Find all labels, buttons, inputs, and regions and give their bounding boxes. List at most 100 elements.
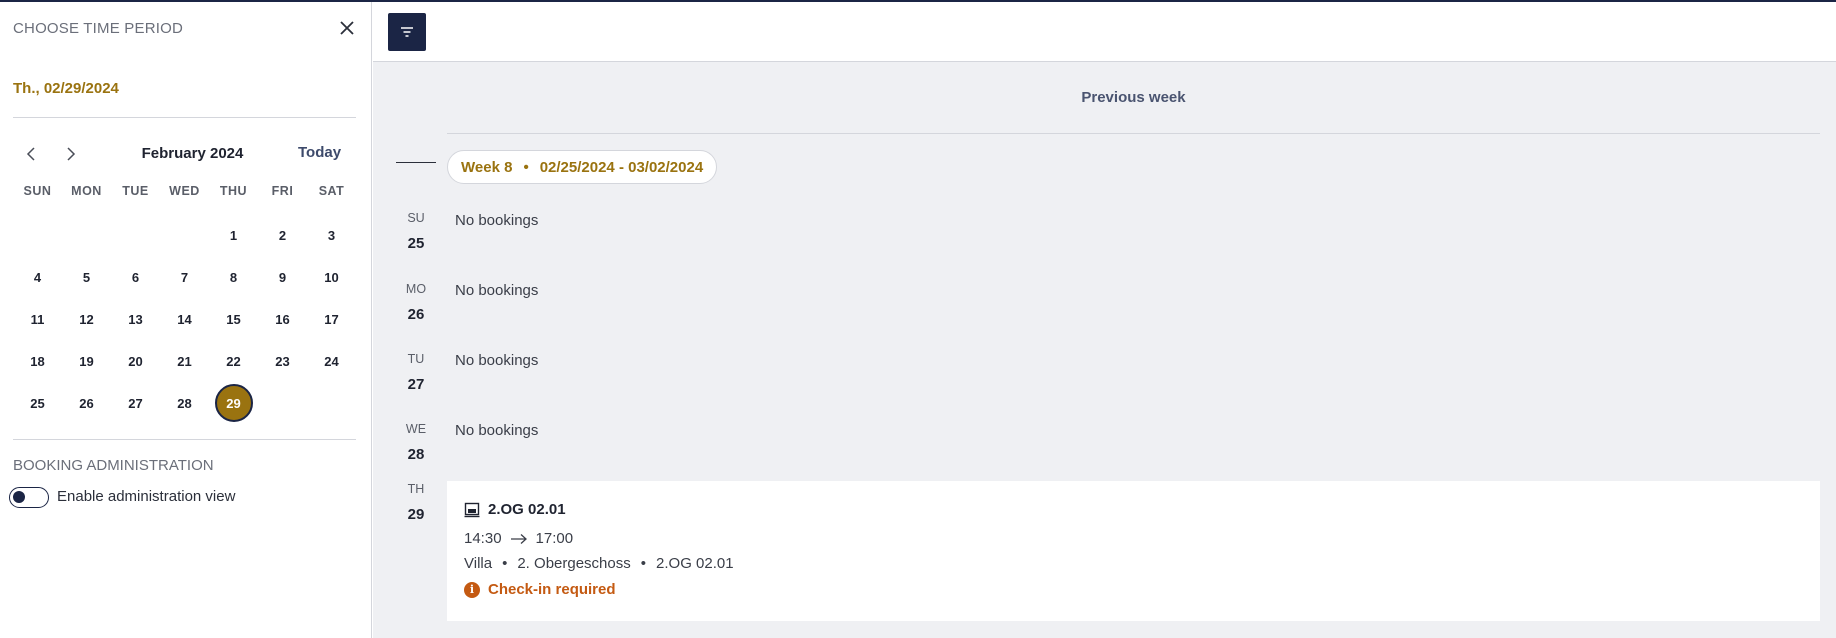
divider (13, 439, 356, 440)
calendar-day[interactable]: 8 (209, 256, 258, 298)
calendar-empty-cell (307, 382, 356, 424)
location-room: 2.OG 02.01 (656, 555, 734, 572)
calendar-week-row: 25 26 27 28 29 (13, 382, 356, 424)
day-number: 25 (407, 235, 425, 252)
week-range: 02/25/2024 - 03/02/2024 (539, 158, 704, 176)
weekday-header: SUN MON TUE WED THU FRI SAT (13, 184, 356, 198)
calendar-grid: 1 2 3 4 5 6 7 8 9 10 11 12 13 14 15 16 17 18 19 20 21 22 23 24 2… (13, 214, 356, 424)
separator-dot: • (523, 158, 529, 176)
calendar-day[interactable]: 20 (111, 340, 160, 382)
booking-time: 14:30 17:00 (464, 530, 573, 547)
calendar-day-number: 18 (30, 353, 45, 369)
calendar-day[interactable]: 18 (13, 340, 62, 382)
calendar-day[interactable]: 16 (258, 298, 307, 340)
separator-dot: • (502, 555, 508, 572)
booking-location: Villa • 2. Obergeschoss • 2.OG 02.01 (464, 555, 734, 572)
day-number: 27 (407, 376, 425, 393)
chevron-left-icon[interactable] (22, 144, 42, 164)
weekday-label: THU (219, 184, 248, 198)
calendar-week-row: 4 5 6 7 8 9 10 (13, 256, 356, 298)
calendar-day-number: 24 (324, 353, 339, 369)
calendar-day-number: 20 (128, 353, 143, 369)
desk-icon (464, 502, 480, 518)
no-bookings-text: No bookings (455, 352, 539, 369)
calendar-day[interactable]: 4 (13, 256, 62, 298)
calendar-day-number: 5 (82, 269, 91, 285)
calendar-day[interactable]: 24 (307, 340, 356, 382)
admin-view-toggle-label: Enable administration view (57, 488, 236, 505)
calendar-day[interactable]: 22 (209, 340, 258, 382)
calendar-day[interactable]: 17 (307, 298, 356, 340)
filter-button[interactable] (388, 13, 426, 51)
close-icon[interactable] (337, 18, 357, 38)
calendar-day[interactable]: 10 (307, 256, 356, 298)
separator-dot: • (640, 555, 647, 572)
calendar-day[interactable]: 19 (62, 340, 111, 382)
booking-card[interactable]: 2.OG 02.01 14:30 17:00 Villa • 2. Obergesc… (447, 481, 1820, 621)
chevron-right-icon[interactable] (60, 144, 80, 164)
booking-start-time: 14:30 (464, 530, 502, 547)
weekday-label: FRI (271, 184, 294, 198)
calendar-day[interactable]: 13 (111, 298, 160, 340)
calendar-empty-cell (258, 382, 307, 424)
calendar-day[interactable]: 1 (209, 214, 258, 256)
location-building: Villa (464, 555, 493, 572)
calendar-day[interactable]: 6 (111, 256, 160, 298)
calendar-day-selected[interactable]: 29 (209, 382, 258, 424)
calendar-day-number: 25 (30, 395, 45, 411)
calendar-day-number: 2 (278, 227, 287, 243)
calendar-empty-cell (13, 214, 62, 256)
day-number: 28 (407, 446, 425, 463)
calendar-day[interactable]: 2 (258, 214, 307, 256)
calendar-day-number: 14 (177, 311, 192, 327)
calendar-day[interactable]: 21 (160, 340, 209, 382)
calendar-empty-cell (62, 214, 111, 256)
calendar-day-number: 1 (229, 227, 238, 243)
calendar-day-number: 29 (214, 384, 253, 422)
calendar-day-number: 19 (79, 353, 94, 369)
divider (13, 117, 356, 118)
weekday-label: MON (71, 184, 102, 198)
weekday-label: TUE (122, 184, 149, 198)
calendar-day[interactable]: 27 (111, 382, 160, 424)
calendar-day[interactable]: 5 (62, 256, 111, 298)
calendar-day[interactable]: 11 (13, 298, 62, 340)
calendar-day-number: 28 (177, 395, 192, 411)
calendar-day-number: 6 (131, 269, 140, 285)
calendar-day[interactable]: 28 (160, 382, 209, 424)
checkin-status: i Check-in required (464, 581, 616, 598)
calendar-day[interactable]: 3 (307, 214, 356, 256)
no-bookings-text: No bookings (455, 422, 539, 439)
calendar-day[interactable]: 12 (62, 298, 111, 340)
calendar-day[interactable]: 26 (62, 382, 111, 424)
booking-title: 2.OG 02.01 (488, 501, 566, 518)
location-floor: 2. Obergeschoss (517, 555, 631, 572)
calendar-day[interactable]: 23 (258, 340, 307, 382)
day-abbr: MO (405, 282, 427, 296)
day-abbr: SU (407, 211, 425, 225)
calendar-day-number: 26 (79, 395, 94, 411)
today-button[interactable]: Today (298, 144, 341, 161)
bookings-main: Previous week Week 8 • 02/25/2024 - 03/0… (373, 2, 1836, 638)
day-number: 26 (407, 306, 425, 323)
calendar-day[interactable]: 9 (258, 256, 307, 298)
calendar-week-row: 11 12 13 14 15 16 17 (13, 298, 356, 340)
no-bookings-text: No bookings (455, 282, 539, 299)
calendar-day[interactable]: 15 (209, 298, 258, 340)
arrow-right-icon (510, 533, 527, 544)
admin-view-toggle[interactable] (9, 487, 49, 508)
calendar-day[interactable]: 25 (13, 382, 62, 424)
weekday-label: SAT (318, 184, 345, 198)
weekday-label: WED (169, 184, 200, 198)
week-dash (396, 162, 436, 163)
calendar-day[interactable]: 7 (160, 256, 209, 298)
info-icon: i (464, 581, 480, 598)
day-number: 29 (407, 506, 425, 523)
day-abbr: WE (405, 422, 427, 436)
day-abbr: TH (407, 482, 425, 496)
calendar-day[interactable]: 14 (160, 298, 209, 340)
previous-week-link[interactable]: Previous week (1081, 89, 1185, 106)
toggle-knob (13, 491, 25, 503)
sidebar-title: CHOOSE TIME PERIOD (13, 20, 184, 37)
calendar-week-row: 1 2 3 (13, 214, 356, 256)
